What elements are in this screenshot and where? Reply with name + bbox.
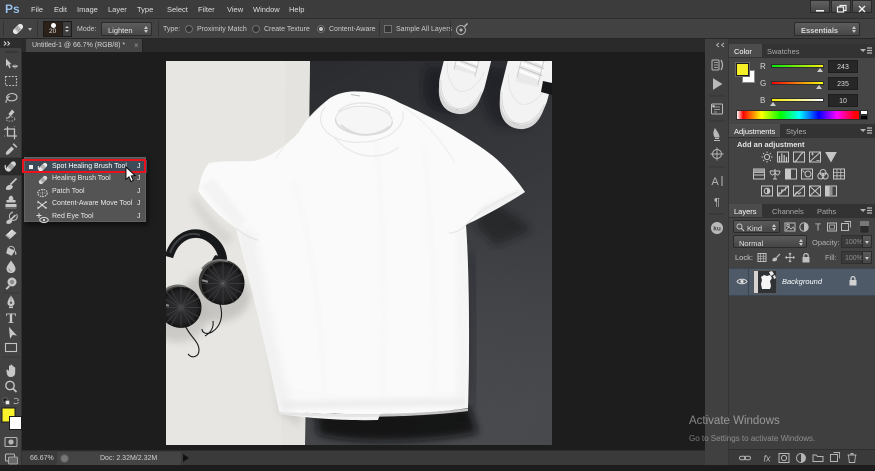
svg-text:¶: ¶ (714, 197, 720, 209)
svg-text:fx: fx (763, 454, 771, 464)
svg-text:T: T (6, 311, 16, 327)
svg-text:T: T (815, 223, 821, 234)
svg-text:ku: ku (713, 226, 721, 233)
svg-text:A: A (711, 176, 719, 188)
